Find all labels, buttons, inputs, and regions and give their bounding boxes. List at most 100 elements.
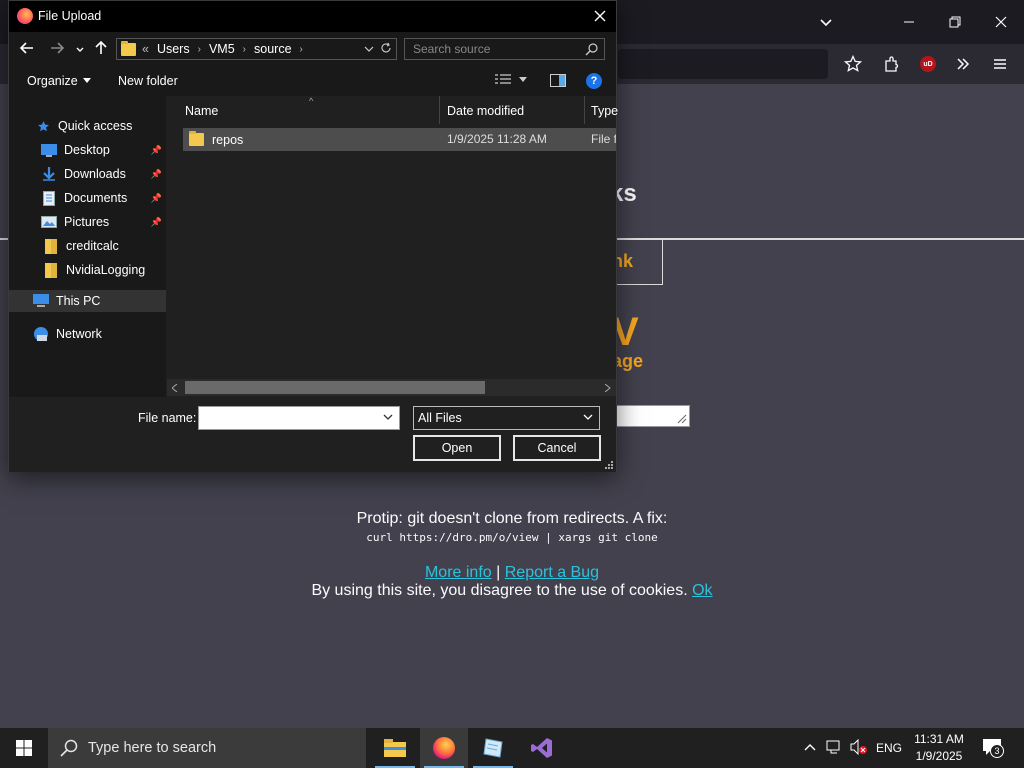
search-icon [585,43,598,59]
refresh-icon[interactable] [380,42,392,57]
notification-center-icon[interactable]: 3 [982,738,1004,761]
view-options-button[interactable] [495,74,527,86]
taskbar-visual-studio[interactable] [518,728,566,768]
filename-input[interactable] [198,406,400,430]
nav-item-downloads[interactable]: Downloads 📌 [9,162,166,186]
pin-icon: 📌 [150,216,162,227]
breadcrumb-source[interactable]: source [254,42,292,56]
minimize-icon[interactable] [886,0,932,44]
cookie-ok-link[interactable]: Ok [692,582,712,599]
clock-date: 1/9/2025 [915,749,963,763]
chevron-down-icon [583,414,593,420]
filetype-select[interactable]: All Files [413,406,600,430]
pin-icon: 📌 [150,144,162,155]
organize-button[interactable]: Organize [27,74,91,88]
star-icon[interactable] [837,48,869,80]
cancel-button[interactable]: Cancel [513,435,601,461]
new-folder-button[interactable]: New folder [118,74,178,88]
file-date: 1/9/2025 11:28 AM [447,132,547,146]
language-indicator[interactable]: ENG [876,741,902,755]
chevron-down-icon[interactable] [803,0,849,44]
scroll-right-icon [605,384,611,392]
search-input[interactable]: Search source [404,38,605,60]
up-arrow-icon[interactable] [93,40,109,61]
extensions-icon[interactable] [876,48,908,80]
nav-quick-access[interactable]: Quick access [9,114,166,138]
nav-this-pc[interactable]: This PC [9,290,166,312]
visual-studio-icon [531,738,552,758]
dialog-close-icon[interactable] [589,5,611,27]
navigation-pane: Quick access Desktop 📌 Downloads 📌 Docum… [9,96,166,397]
system-clock[interactable]: 11:31 AM 1/9/2025 [908,731,970,765]
cookie-text: By using this site, you disagree to the … [311,582,688,599]
nav-network[interactable]: Network [9,322,166,346]
search-icon [60,739,78,757]
resize-grip-icon[interactable] [605,461,614,470]
recent-locations-icon[interactable] [75,42,85,60]
chevron-right-icon: › [197,43,201,55]
network-icon [33,326,49,342]
notepad-icon [483,738,503,758]
column-header-type[interactable]: Type [591,104,618,118]
open-button[interactable]: Open [413,435,501,461]
dialog-command-bar: Organize New folder ? [9,66,616,96]
document-icon [41,190,57,206]
more-info-link[interactable]: More info [425,564,492,581]
protip-text: Protip: git doesn't clone from redirects… [356,510,668,527]
taskbar-firefox[interactable] [420,728,468,768]
forward-arrow-icon[interactable] [49,40,65,61]
taskbar-search[interactable]: Type here to search [48,728,366,768]
url-bar[interactable] [618,49,828,79]
scroll-left-icon [172,384,178,392]
folder-icon [189,131,204,146]
breadcrumb-users[interactable]: Users [157,42,190,56]
column-header-date[interactable]: Date modified [447,104,524,118]
nav-item-desktop[interactable]: Desktop 📌 [9,138,166,162]
preview-pane-icon[interactable] [550,74,566,92]
page-textarea[interactable] [612,405,690,427]
nav-label: Downloads [64,167,126,181]
nav-item-creditcalc[interactable]: creditcalc [9,234,166,258]
restore-icon[interactable] [932,0,978,44]
filetype-value: All Files [418,411,462,425]
nav-label: Pictures [64,215,110,229]
nav-item-documents[interactable]: Documents 📌 [9,186,166,210]
dialog-bottom-area: File name: All Files Open Cancel [9,397,616,472]
column-divider [439,96,440,124]
pin-icon: 📌 [150,168,162,179]
start-button[interactable] [0,728,48,768]
nav-label: creditcalc [66,239,119,253]
ublock-icon[interactable]: uD [912,48,944,80]
search-placeholder: Search source [413,42,491,56]
report-bug-link[interactable]: Report a Bug [505,564,599,581]
nav-item-pictures[interactable]: Pictures 📌 [9,210,166,234]
help-icon[interactable]: ? [586,73,602,89]
chevron-up-icon[interactable] [803,740,817,759]
scrollbar-thumb[interactable] [185,381,485,394]
overflow-icon[interactable] [947,48,979,80]
chevron-right-icon: › [242,43,246,55]
star-icon [35,118,51,134]
address-dropdown-icon[interactable] [364,43,374,57]
back-arrow-icon[interactable] [19,40,35,61]
nav-item-nvidialogging[interactable]: NvidiaLogging [9,258,166,282]
breadcrumb-overflow[interactable]: « [142,42,149,56]
close-icon[interactable] [978,0,1024,44]
horizontal-scrollbar[interactable] [167,379,616,396]
breadcrumb-vm5[interactable]: VM5 [209,42,235,56]
taskbar-notepad[interactable] [469,728,517,768]
nav-label: Quick access [58,119,133,133]
address-bar[interactable]: « Users › VM5 › source › [116,38,397,60]
pin-icon: 📌 [150,192,162,203]
taskbar-file-explorer[interactable] [371,728,419,768]
download-icon [41,166,57,182]
nav-label: Documents [64,191,128,205]
sort-up-icon: ^ [309,96,314,106]
link-separator: | [496,564,501,581]
column-header-name[interactable]: Name [185,104,218,118]
menu-icon[interactable] [984,48,1016,80]
file-row[interactable]: repos 1/9/2025 11:28 AM File fo [183,128,616,151]
network-icon[interactable] [826,739,844,760]
volume-muted-icon[interactable] [850,738,868,760]
dialog-address-row: « Users › VM5 › source › Search source [9,32,616,66]
